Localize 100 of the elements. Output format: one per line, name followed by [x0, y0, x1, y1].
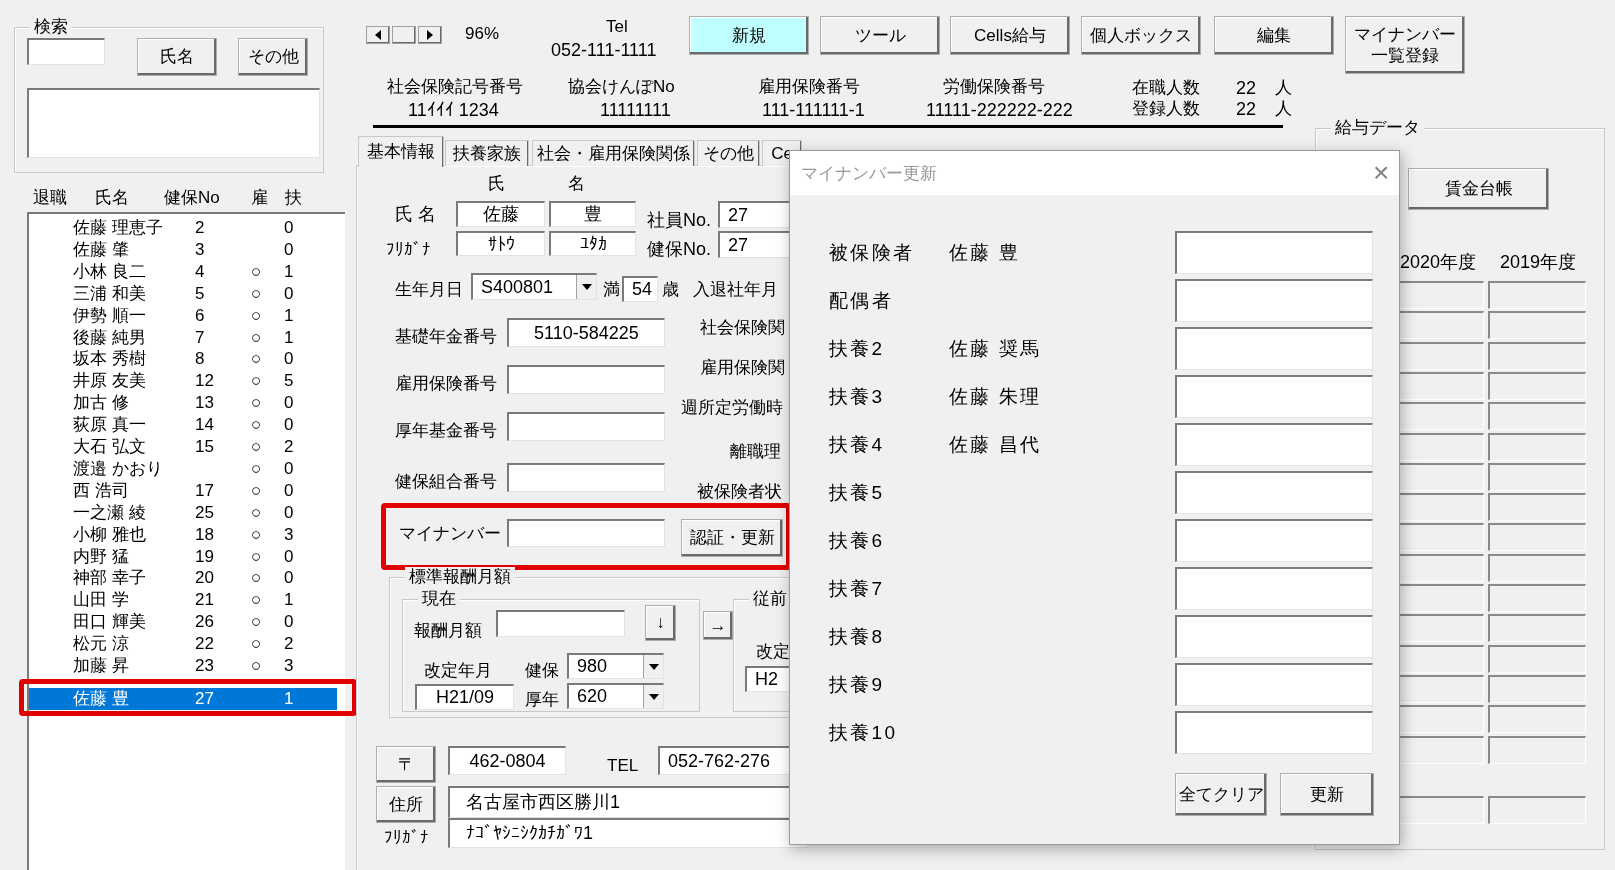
my-number-field[interactable]	[1175, 567, 1373, 610]
count-unit: 人	[1275, 99, 1292, 119]
furigana-field[interactable]: ｻﾄｳ	[456, 231, 545, 256]
search-results-box[interactable]	[27, 88, 320, 158]
kenpo-number: 20	[195, 567, 214, 590]
other-search-button[interactable]: その他	[238, 38, 308, 76]
toolbar-button[interactable]: 新規	[689, 16, 809, 55]
given-name-field[interactable]: 豊	[549, 201, 636, 227]
kenpo-number: 27	[195, 688, 214, 710]
update-button[interactable]: 更新	[1280, 773, 1374, 816]
clear-all-button[interactable]: 全てクリア	[1175, 773, 1267, 816]
toolbar-button[interactable]: 編集	[1214, 16, 1334, 55]
list-row[interactable]: 三浦 和美 5 ○ 0	[29, 282, 337, 305]
list-row[interactable]: 一之瀬 綾 25 ○ 0	[29, 501, 337, 524]
member-name: 佐藤 朱理	[949, 386, 1042, 408]
my-number-field[interactable]	[1175, 375, 1373, 418]
info-label: 雇用保険番号	[758, 77, 860, 97]
scroll-left-icon[interactable]	[366, 26, 390, 44]
dropdown[interactable]: S400801	[471, 273, 597, 300]
furigana-field[interactable]: ﾕﾀｶ	[549, 231, 636, 256]
member-label: 扶養10	[829, 722, 898, 744]
info-value: 11ｲｲｲ 1234	[408, 100, 499, 120]
surname-field[interactable]: 佐藤	[456, 201, 545, 227]
my-number-field[interactable]	[1175, 471, 1373, 514]
employee-list[interactable]	[27, 212, 345, 870]
tab[interactable]: 社会・雇用保険関係	[532, 140, 695, 166]
down-arrow-button[interactable]: ↓	[645, 605, 676, 641]
member-label: 扶養7	[829, 578, 885, 600]
list-row[interactable]: 内野 猛 19 ○ 0	[29, 545, 337, 568]
member-label: 扶養6	[829, 530, 885, 552]
my-number-field[interactable]	[507, 519, 665, 547]
list-row[interactable]: 荻原 真一 14 ○ 0	[29, 414, 337, 437]
toolbar-button[interactable]: 個人ボックス	[1081, 16, 1201, 55]
input-field[interactable]: 5110-584225	[507, 318, 665, 347]
my-number-field[interactable]	[1175, 231, 1373, 274]
scroll-thumb[interactable]	[392, 26, 416, 44]
employee-name: 内野 猛	[73, 545, 129, 568]
search-field[interactable]	[27, 38, 105, 65]
age-field[interactable]: 54	[622, 276, 658, 302]
member-label: 扶養2	[829, 338, 885, 360]
address-button[interactable]: 住所	[376, 786, 436, 823]
my-number-field[interactable]	[1175, 279, 1373, 322]
input-field[interactable]	[507, 412, 665, 441]
employment-mark: ○	[251, 655, 262, 677]
field-label: 改定	[756, 642, 790, 662]
input-field[interactable]	[507, 463, 665, 492]
postal-button[interactable]: 〒	[376, 746, 436, 783]
list-row[interactable]: 佐藤 肇 3 0	[29, 238, 337, 261]
field-label: 健保	[525, 661, 559, 681]
list-row[interactable]: 大石 弘文 15 ○ 2	[29, 436, 337, 458]
list-row[interactable]: 佐藤 豊 27 1	[29, 688, 337, 710]
list-row[interactable]: 伊勢 順一 6 ○ 1	[29, 304, 337, 327]
my-number-field[interactable]	[1175, 663, 1373, 706]
member-label: 扶養3	[829, 386, 885, 408]
right-arrow-button[interactable]: →	[703, 611, 733, 640]
dropdown[interactable]: 980	[567, 653, 664, 679]
wage-ledger-button[interactable]: 賃金台帳	[1408, 168, 1549, 210]
list-row[interactable]: 渡邉 かおり ○ 0	[29, 457, 337, 480]
scroll-right-icon[interactable]	[418, 26, 442, 44]
column-header: 雇	[251, 188, 268, 208]
list-row[interactable]: 後藤 純男 7 ○ 1	[29, 326, 337, 349]
amount-field[interactable]	[496, 610, 625, 637]
furigana-field[interactable]: ﾅｺﾞﾔｼﾆｼｸｶﾁｶﾞﾜ1	[448, 818, 808, 848]
list-row[interactable]: 加藤 昇 23 ○ 3	[29, 655, 337, 677]
dropdown[interactable]: 620	[567, 683, 664, 709]
employee-name: 山田 学	[73, 589, 129, 612]
list-row[interactable]: 加古 修 13 ○ 0	[29, 392, 337, 415]
list-row[interactable]: 小柳 雅也 18 ○ 3	[29, 523, 337, 546]
dependents-count: 0	[284, 611, 294, 634]
toolbar-button[interactable]: マイナンバー 一覧登録	[1345, 16, 1465, 74]
name-search-button[interactable]: 氏名	[137, 38, 217, 76]
postal-code-field[interactable]: 462-0804	[448, 746, 566, 775]
my-number-field[interactable]	[1175, 423, 1373, 466]
verify-update-button[interactable]: 認証・更新	[681, 519, 783, 557]
toolbar-button[interactable]: ツール	[820, 16, 940, 55]
member-label: 扶養5	[829, 482, 885, 504]
tab[interactable]: 扶養家族	[445, 140, 529, 166]
list-row[interactable]: 佐藤 理恵子 2 0	[29, 217, 337, 239]
list-row[interactable]: 田口 輝美 26 ○ 0	[29, 611, 337, 634]
my-number-field[interactable]	[1175, 327, 1373, 370]
list-row[interactable]: 西 浩司 17 ○ 0	[29, 479, 337, 502]
my-number-field[interactable]	[1175, 711, 1373, 754]
toolbar-button[interactable]: Cells給与	[950, 16, 1070, 55]
my-number-field[interactable]	[1175, 519, 1373, 562]
kenpo-number: 23	[195, 655, 214, 677]
my-number-field[interactable]	[1175, 615, 1373, 658]
list-row[interactable]: 山田 学 21 ○ 1	[29, 589, 337, 612]
group-title: 標準報酬月額	[405, 567, 515, 587]
list-row[interactable]: 神部 幸子 20 ○ 0	[29, 567, 337, 590]
tab[interactable]: その他	[697, 140, 760, 166]
list-row[interactable]: 坂本 秀樹 8 ○ 0	[29, 348, 337, 371]
input-field[interactable]	[507, 365, 665, 394]
close-button[interactable]: ×	[1373, 159, 1390, 187]
revision-date-field[interactable]: H21/09	[415, 684, 514, 710]
employment-mark: ○	[251, 523, 262, 546]
info-label: 協会けんぽNo	[568, 77, 675, 97]
list-row[interactable]: 松元 涼 22 ○ 2	[29, 633, 337, 656]
list-row[interactable]: 小林 良二 4 ○ 1	[29, 260, 337, 283]
list-row[interactable]: 井原 友美 12 ○ 5	[29, 370, 337, 393]
tab[interactable]: 基本情報	[358, 136, 444, 167]
